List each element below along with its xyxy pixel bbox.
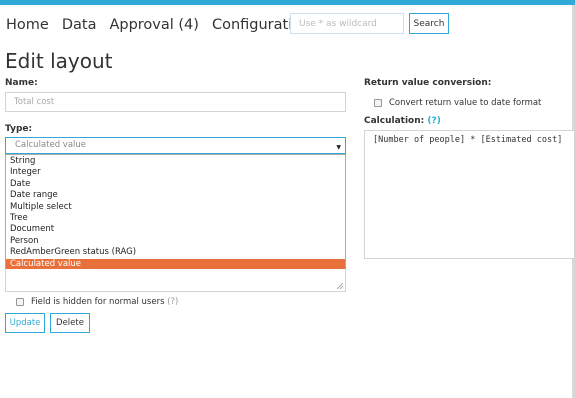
calculation-label-row: Calculation: (?) (364, 116, 441, 126)
option-person[interactable]: Person (6, 236, 345, 247)
name-label: Name: (5, 78, 38, 88)
delete-button[interactable]: Delete (50, 313, 90, 333)
type-select[interactable]: Calculated value ▼ (5, 137, 346, 154)
convert-date-row: Convert return value to date format (374, 98, 541, 108)
resize-grip-icon[interactable] (337, 283, 343, 289)
option-rag[interactable]: RedAmberGreen status (RAG) (6, 247, 345, 258)
search-button[interactable]: Search (409, 13, 449, 34)
page-title: Edit layout (5, 49, 113, 73)
nav-data[interactable]: Data (62, 17, 97, 33)
nav-approval[interactable]: Approval (4) (109, 17, 199, 33)
return-conversion-label: Return value conversion: (364, 78, 492, 88)
option-tree[interactable]: Tree (6, 213, 345, 224)
type-selected-value: Calculated value (15, 140, 87, 150)
hidden-help-link[interactable]: (?) (167, 297, 178, 307)
option-date-range[interactable]: Date range (6, 190, 345, 201)
hidden-field-row: Field is hidden for normal users (?) (16, 297, 178, 307)
hidden-checkbox[interactable] (16, 298, 24, 306)
name-field[interactable] (5, 92, 346, 112)
calculation-label: Calculation: (364, 116, 425, 126)
top-accent-bar (0, 0, 575, 5)
calculation-textarea[interactable]: [Number of people] * [Estimated cost] (364, 130, 575, 259)
option-multiple-select[interactable]: Multiple select (6, 202, 345, 213)
option-string[interactable]: String (6, 156, 345, 167)
type-label: Type: (5, 124, 33, 134)
option-integer[interactable]: Integer (6, 167, 345, 178)
calculation-code: [Number of people] * [Estimated cost] (373, 135, 563, 145)
search-input[interactable] (290, 13, 404, 34)
update-button[interactable]: Update (5, 313, 45, 333)
option-document[interactable]: Document (6, 224, 345, 235)
calculation-help-link[interactable]: (?) (427, 116, 440, 126)
option-date[interactable]: Date (6, 179, 345, 190)
type-dropdown-list: String Integer Date Date range Multiple … (5, 154, 346, 270)
dropdown-arrow-icon: ▼ (336, 144, 341, 151)
hidden-checkbox-label: Field is hidden for normal users (31, 297, 165, 307)
textarea-field[interactable] (5, 269, 346, 292)
nav-home[interactable]: Home (6, 17, 49, 33)
convert-date-checkbox[interactable] (374, 99, 382, 107)
convert-date-label: Convert return value to date format (389, 98, 542, 108)
